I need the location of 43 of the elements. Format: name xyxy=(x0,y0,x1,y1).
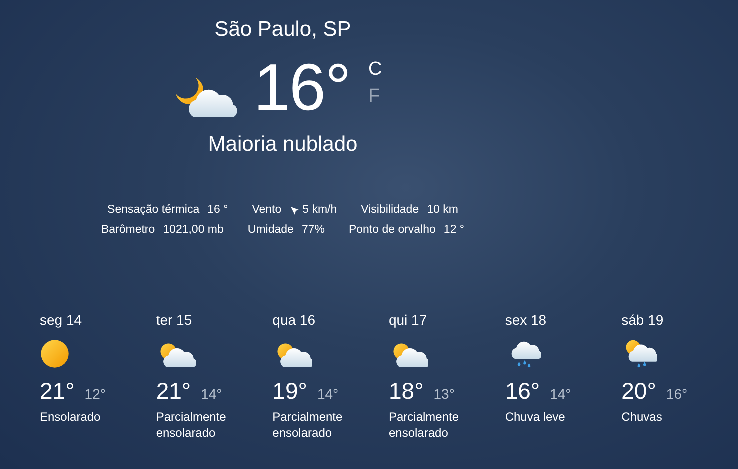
day-label: sáb 19 xyxy=(622,312,665,328)
detail-value: 77% xyxy=(302,223,325,238)
detail-value: 1021,00 mb xyxy=(163,223,224,238)
sun-icon xyxy=(40,339,70,369)
low-temperature: 14° xyxy=(550,386,572,402)
low-temperature: 12° xyxy=(84,386,106,402)
forecast-condition: Chuvas xyxy=(622,409,664,425)
forecast-condition: Parcialmente ensolarado xyxy=(388,409,460,441)
forecast-condition: Parcialmente ensolarado xyxy=(156,409,228,441)
detail-value: 10 km xyxy=(427,203,458,218)
detail-label: Umidade xyxy=(248,223,294,238)
low-temperature: 14° xyxy=(317,386,339,402)
forecast-condition: Chuva leve xyxy=(505,409,566,425)
detail-value: 5 km/h xyxy=(302,203,338,218)
unit-toggle[interactable]: F xyxy=(368,83,382,110)
forecast-condition: Ensolarado xyxy=(40,409,102,425)
wind-direction-icon xyxy=(290,206,300,216)
detail-value: 12 ° xyxy=(444,223,465,238)
day-label: ter 15 xyxy=(156,312,194,328)
high-temperature: 21° xyxy=(156,378,192,405)
day-label: seg 14 xyxy=(40,312,84,328)
high-temperature: 18° xyxy=(388,378,424,405)
detail-label: Visibilidade xyxy=(361,203,420,218)
detail-label: Sensação térmica xyxy=(108,203,200,218)
current-temperature: 16° xyxy=(254,54,351,120)
forecast-condition: Parcialmente ensolarado xyxy=(272,409,344,441)
detail-value: 16 ° xyxy=(208,203,228,218)
high-temperature: 20° xyxy=(622,378,656,405)
detail-label: Ponto de orvalho xyxy=(348,223,436,238)
city-name: São Paulo, SP xyxy=(214,18,352,42)
day-label: qua 16 xyxy=(272,312,316,328)
low-temperature: 16° xyxy=(666,386,688,402)
high-temperature: 16° xyxy=(505,378,540,405)
unit-toggle[interactable]: C xyxy=(368,56,382,83)
low-temperature: 14° xyxy=(201,386,222,402)
high-temperature: 19° xyxy=(272,378,308,405)
low-temperature: 13° xyxy=(434,386,455,402)
detail-label: Vento xyxy=(252,203,282,218)
high-temperature: 21° xyxy=(40,378,75,405)
current-condition: Maioria nublado xyxy=(208,133,358,157)
day-label: sex 18 xyxy=(505,312,548,328)
detail-label: Barômetro xyxy=(101,223,156,238)
day-label: qui 17 xyxy=(388,312,428,328)
